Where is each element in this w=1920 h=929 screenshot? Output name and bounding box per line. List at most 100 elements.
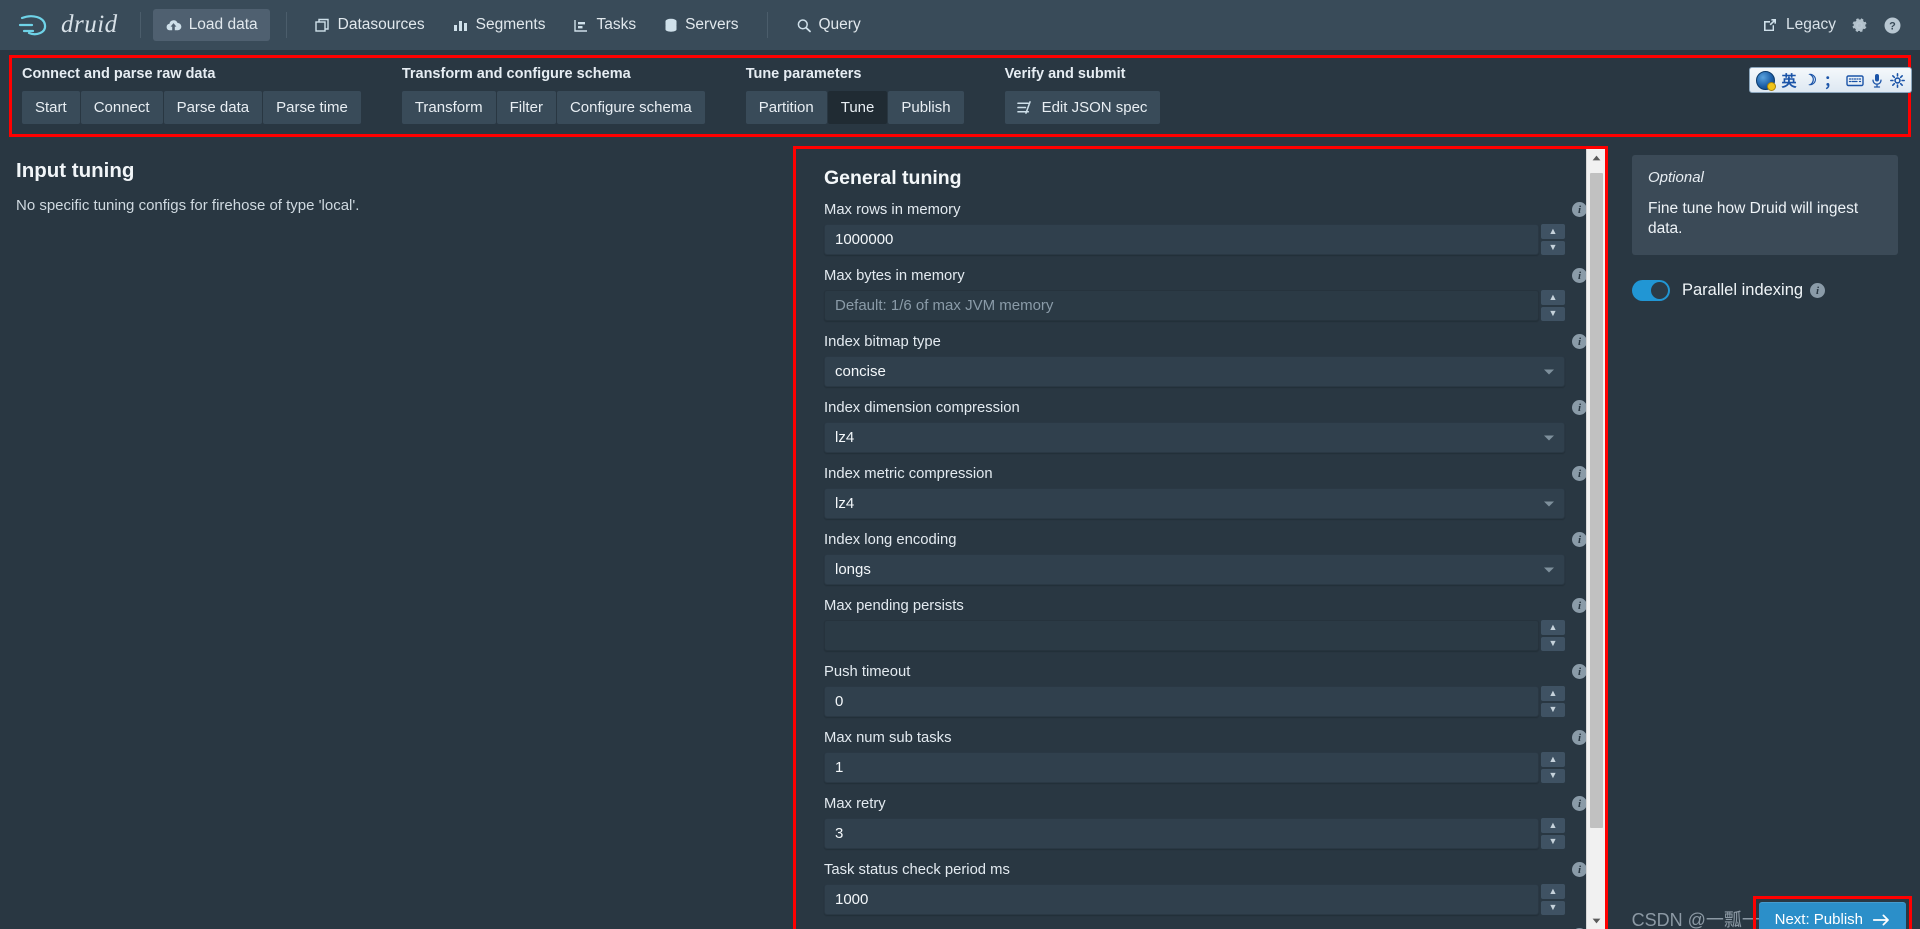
info-icon[interactable]: i: [1572, 202, 1587, 217]
info-icon[interactable]: i: [1572, 268, 1587, 283]
stepper-up-icon[interactable]: ▲: [1541, 290, 1565, 305]
info-icon[interactable]: i: [1572, 532, 1587, 547]
parallel-indexing-toggle[interactable]: [1632, 280, 1670, 302]
max-bytes-in-memory-input[interactable]: [824, 290, 1539, 321]
ime-language-label[interactable]: 英: [1782, 70, 1797, 91]
nav-item-servers[interactable]: Servers: [652, 9, 750, 41]
step-button-filter[interactable]: Filter: [496, 91, 556, 124]
stepper-up-icon[interactable]: ▲: [1541, 224, 1565, 239]
max-rows-in-memory-input[interactable]: [824, 224, 1539, 255]
microphone-icon[interactable]: [1871, 73, 1883, 88]
nav-item-load-data[interactable]: Load data: [152, 9, 270, 41]
max-pending-persists-input[interactable]: [824, 620, 1539, 651]
form-title: General tuning: [824, 167, 962, 189]
legacy-link[interactable]: Legacy: [1762, 16, 1836, 34]
step-button-transform[interactable]: Transform: [401, 91, 496, 124]
field-label: Max num sub tasks: [824, 730, 952, 746]
info-icon[interactable]: i: [1572, 334, 1587, 349]
info-icon[interactable]: i: [1572, 796, 1587, 811]
nav-item-datasources[interactable]: Datasources: [303, 9, 437, 41]
info-icon[interactable]: i: [1572, 730, 1587, 745]
info-icon[interactable]: i: [1572, 400, 1587, 415]
stepper-down-icon[interactable]: ▼: [1541, 306, 1565, 321]
servers-icon: [664, 18, 678, 33]
step-button-partition[interactable]: Partition: [745, 91, 827, 124]
keyboard-icon[interactable]: [1846, 74, 1864, 87]
form-vertical-scrollbar[interactable]: [1586, 149, 1605, 929]
nav-item-query[interactable]: Query: [784, 9, 873, 41]
stepper-down-icon[interactable]: ▼: [1541, 702, 1565, 717]
field-label: Index metric compression: [824, 466, 993, 482]
max-retry-input[interactable]: [824, 818, 1539, 849]
step-button-connect[interactable]: Connect: [80, 91, 163, 124]
page-title: Input tuning: [16, 159, 135, 182]
info-icon[interactable]: i: [1572, 598, 1587, 613]
next-button-label: Next: Publish: [1774, 911, 1863, 928]
stepper-down-icon[interactable]: ▼: [1541, 636, 1565, 651]
scroll-down-arrow-icon[interactable]: [1587, 912, 1605, 929]
nav-item-label: Servers: [685, 16, 739, 33]
index-bitmap-type-value[interactable]: [824, 356, 1565, 387]
field-max-retry: Max retry i ▲ ▼: [824, 796, 1587, 849]
index-metric-compression-select[interactable]: [824, 488, 1565, 519]
segments-icon: [453, 18, 469, 33]
scrollbar-thumb[interactable]: [1590, 173, 1603, 828]
info-icon[interactable]: i: [1572, 466, 1587, 481]
input-tuning-pane: Input tuning No specific tuning configs …: [0, 137, 795, 929]
step-button-start[interactable]: Start: [22, 91, 80, 124]
ime-settings-gear-icon[interactable]: [1890, 72, 1905, 88]
parallel-indexing-label-wrap: Parallel indexing i: [1682, 281, 1826, 300]
nav-item-label: Load data: [188, 16, 258, 33]
max-num-sub-tasks-input[interactable]: [824, 752, 1539, 783]
field-push-timeout: Push timeout i ▲ ▼: [824, 664, 1587, 717]
task-status-check-period-ms-input[interactable]: [824, 884, 1539, 915]
stepper-up-icon[interactable]: ▲: [1541, 818, 1565, 833]
index-long-encoding-value[interactable]: [824, 554, 1565, 585]
datasources-icon: [314, 18, 331, 33]
info-icon[interactable]: i: [1572, 862, 1587, 877]
step-button-edit-json-spec[interactable]: Edit JSON spec: [1004, 91, 1161, 124]
brand[interactable]: druid: [18, 11, 118, 39]
stepper-down-icon[interactable]: ▼: [1541, 768, 1565, 783]
ime-moon-icon[interactable]: ☽: [1804, 71, 1817, 89]
push-timeout-input[interactable]: [824, 686, 1539, 717]
nav-item-segments[interactable]: Segments: [441, 9, 558, 41]
help-icon[interactable]: ?: [1883, 16, 1902, 35]
callout-text: Fine tune how Druid will ingest data.: [1648, 200, 1859, 238]
ime-logo-icon[interactable]: [1755, 70, 1776, 91]
optional-callout: Optional Fine tune how Druid will ingest…: [1632, 155, 1898, 256]
stepper-down-icon[interactable]: ▼: [1541, 900, 1565, 915]
tasks-icon: [573, 18, 589, 33]
input-tuning-description: No specific tuning configs for firehose …: [16, 197, 360, 214]
stepper-up-icon[interactable]: ▲: [1541, 884, 1565, 899]
gear-icon[interactable]: [1850, 16, 1869, 35]
step-button-parse-data[interactable]: Parse data: [163, 91, 263, 124]
index-dimension-compression-value[interactable]: [824, 422, 1565, 453]
control-row: ▲ ▼: [824, 290, 1565, 321]
stepper-down-icon[interactable]: ▼: [1541, 834, 1565, 849]
tuning-info-pane: Optional Fine tune how Druid will ingest…: [1620, 137, 1920, 302]
max-retry-stepper: ▲ ▼: [1541, 818, 1565, 849]
stepper-up-icon[interactable]: ▲: [1541, 686, 1565, 701]
step-button-configure-schema[interactable]: Configure schema: [556, 91, 705, 124]
index-long-encoding-select[interactable]: [824, 554, 1565, 585]
next-publish-button[interactable]: Next: Publish: [1758, 902, 1906, 929]
nav-item-tasks[interactable]: Tasks: [561, 9, 648, 41]
scroll-up-arrow-icon[interactable]: [1587, 149, 1605, 167]
stepper-up-icon[interactable]: ▲: [1541, 620, 1565, 635]
ime-punctuation-icon[interactable]: ；: [1824, 70, 1839, 91]
index-bitmap-type-select[interactable]: [824, 356, 1565, 387]
step-button-tune[interactable]: Tune: [827, 91, 888, 124]
info-icon[interactable]: i: [1810, 283, 1826, 299]
task-status-check-period-ms-stepper: ▲ ▼: [1541, 884, 1565, 915]
index-dimension-compression-select[interactable]: [824, 422, 1565, 453]
info-icon[interactable]: i: [1572, 664, 1587, 679]
stepper-up-icon[interactable]: ▲: [1541, 752, 1565, 767]
field-max-bytes-in-memory: Max bytes in memory i ▲ ▼: [824, 268, 1587, 321]
index-metric-compression-value[interactable]: [824, 488, 1565, 519]
step-button-parse-time[interactable]: Parse time: [263, 91, 361, 124]
field-label: Index dimension compression: [824, 400, 1020, 416]
step-button-publish[interactable]: Publish: [888, 91, 964, 124]
stepper-down-icon[interactable]: ▼: [1541, 240, 1565, 255]
field-label: Max rows in memory: [824, 202, 961, 218]
